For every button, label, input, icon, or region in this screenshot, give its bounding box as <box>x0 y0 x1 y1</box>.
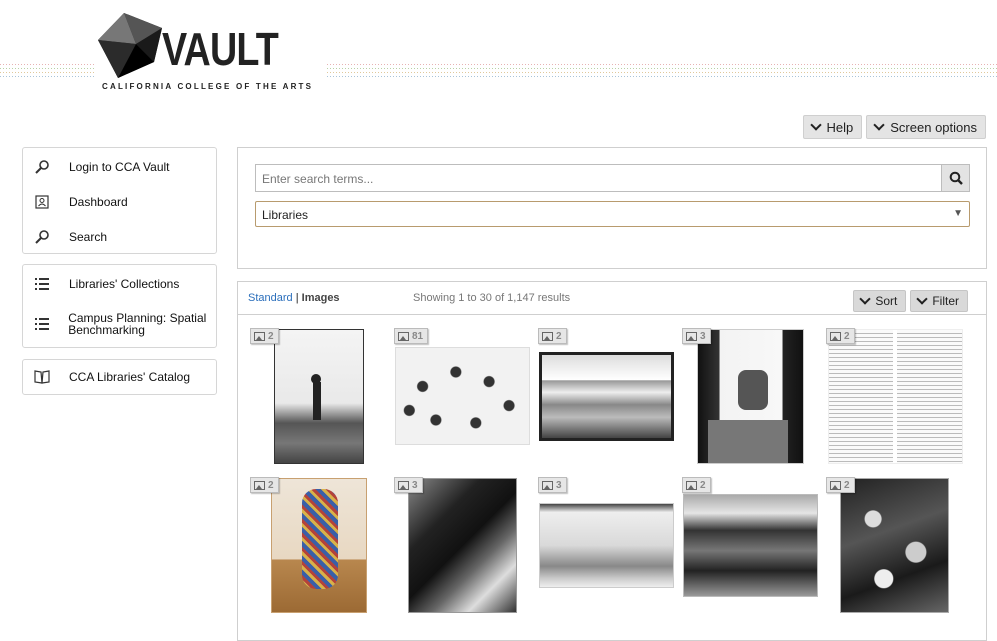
image-icon <box>686 480 697 490</box>
logo-subtitle: CALIFORNIA COLLEGE OF THE ARTS <box>102 82 314 91</box>
image-count: 3 <box>556 479 562 491</box>
image-count-badge: 81 <box>394 328 429 344</box>
image-count-badge: 2 <box>826 477 855 493</box>
view-images-current: Images <box>301 292 340 304</box>
sidebar-item-label: Dashboard <box>69 194 128 209</box>
image-icon <box>254 331 265 341</box>
sidebar-item-search[interactable]: Search <box>23 219 216 254</box>
image-icon <box>686 331 697 341</box>
results-actions: Sort Filter <box>853 290 968 312</box>
sidebar-item-login[interactable]: Login to CCA Vault <box>23 149 216 184</box>
sidebar-item-label: Login to CCA Vault <box>69 159 170 174</box>
sidebar-item-catalog[interactable]: CCA Libraries' Catalog <box>23 360 216 394</box>
image-count: 2 <box>844 330 850 342</box>
image-count: 2 <box>844 479 850 491</box>
search-icon <box>31 159 53 175</box>
image-icon <box>254 480 265 490</box>
vault-logo[interactable]: VAULT CALIFORNIA COLLEGE OF THE ARTS <box>96 10 326 96</box>
sidebar-nav-group: Login to CCA Vault Dashboard Search <box>22 147 217 254</box>
image-count-badge: 2 <box>250 328 279 344</box>
filter-label: Filter <box>932 294 959 308</box>
image-count: 3 <box>700 330 706 342</box>
screen-options-label: Screen options <box>890 119 977 135</box>
image-icon <box>398 480 409 490</box>
sort-label: Sort <box>875 294 898 308</box>
sidebar-item-campus-planning[interactable]: Campus Planning: Spatial Benchmarking <box>23 301 216 347</box>
sidebar-collections-group: Libraries' Collections Campus Planning: … <box>22 264 217 348</box>
image-count: 3 <box>412 479 418 491</box>
chevron-down-icon <box>873 119 885 131</box>
view-switcher: Standard | Images <box>248 292 340 304</box>
image-count: 2 <box>268 479 274 491</box>
search-panel: Enter search terms... Libraries ▼ <box>237 147 987 269</box>
sidebar-item-dashboard[interactable]: Dashboard <box>23 184 216 219</box>
image-count-badge: 3 <box>682 328 711 344</box>
thumbnail-image <box>271 478 367 613</box>
thumbnail-image <box>683 494 818 597</box>
search-button[interactable] <box>941 164 970 192</box>
screen-options-button[interactable]: Screen options <box>866 115 986 139</box>
view-standard-link[interactable]: Standard <box>248 292 293 304</box>
book-icon <box>31 369 53 385</box>
search-input[interactable]: Enter search terms... <box>255 164 941 192</box>
sort-button[interactable]: Sort <box>853 290 907 312</box>
collection-select[interactable]: Libraries ▼ <box>255 201 970 227</box>
image-icon <box>830 331 841 341</box>
dropdown-arrow-icon: ▼ <box>953 208 963 219</box>
filter-button[interactable]: Filter <box>910 290 968 312</box>
image-icon <box>542 331 553 341</box>
list-icon <box>31 316 52 332</box>
chevron-down-icon <box>916 293 928 305</box>
help-button[interactable]: Help <box>802 115 863 139</box>
image-count-badge: 2 <box>250 477 279 493</box>
thumbnail-image <box>840 478 949 613</box>
image-count: 81 <box>412 330 424 342</box>
image-count: 2 <box>268 330 274 342</box>
view-separator: | <box>295 292 299 304</box>
thumbnail-image <box>539 352 674 441</box>
image-icon <box>542 480 553 490</box>
search-icon <box>31 229 53 245</box>
cube-logo-icon <box>98 13 162 78</box>
image-count: 2 <box>700 479 706 491</box>
chevron-down-icon <box>809 119 822 131</box>
image-icon <box>398 331 409 341</box>
thumbnail-image <box>697 329 804 464</box>
sidebar-catalog-group: CCA Libraries' Catalog <box>22 359 217 395</box>
sidebar-item-label: Libraries' Collections <box>69 276 180 291</box>
help-label: Help <box>826 119 854 135</box>
sidebar-item-libraries-collections[interactable]: Libraries' Collections <box>23 266 216 301</box>
results-toolbar: Standard | Images Showing 1 to 30 of 1,1… <box>238 282 986 315</box>
results-count: Showing 1 to 30 of 1,147 results <box>413 292 571 304</box>
image-count-badge: 3 <box>538 477 567 493</box>
image-count-badge: 2 <box>682 477 711 493</box>
thumbnail-image <box>274 329 364 464</box>
thumbnail-image <box>539 503 674 588</box>
image-count-badge: 2 <box>826 328 855 344</box>
site-header: VAULT CALIFORNIA COLLEGE OF THE ARTS <box>0 0 997 100</box>
thumbnail-image <box>395 347 530 445</box>
sidebar-item-label: CCA Libraries' Catalog <box>69 370 191 384</box>
collection-select-value: Libraries <box>262 208 309 222</box>
top-button-bar: Help Screen options <box>802 115 986 139</box>
sidebar-item-label: Campus Planning: Spatial Benchmarking <box>68 311 207 337</box>
logo-wordmark: VAULT <box>162 23 279 75</box>
image-icon <box>830 480 841 490</box>
image-count-badge: 3 <box>394 477 423 493</box>
sidebar-item-label: Search <box>69 229 108 244</box>
thumbnail-image <box>408 478 517 613</box>
image-count: 2 <box>556 330 562 342</box>
search-icon <box>949 171 963 185</box>
chevron-down-icon <box>859 293 871 305</box>
dashboard-icon <box>31 194 53 210</box>
list-icon <box>31 276 53 292</box>
thumbnail-image <box>828 329 963 464</box>
image-count-badge: 2 <box>538 328 567 344</box>
